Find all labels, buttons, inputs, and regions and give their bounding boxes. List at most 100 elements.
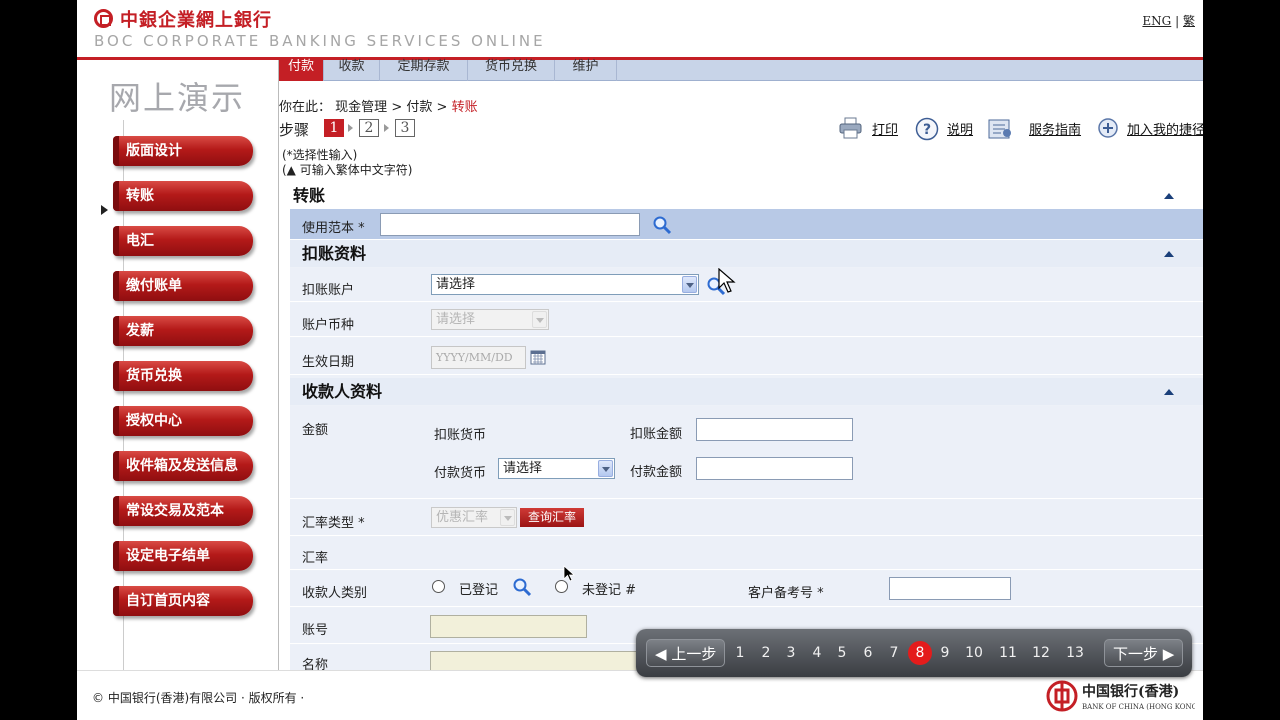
collapse-arrow-icon[interactable] (1164, 389, 1174, 395)
account-currency-select[interactable]: 请选择 (431, 309, 549, 330)
pay-currency-select[interactable]: 请选择 (498, 458, 615, 479)
payee-search-icon[interactable] (512, 577, 532, 597)
sidebar-item-bill-payment[interactable]: 缴付账单 (113, 271, 253, 301)
pager-page-8[interactable]: 8 (908, 641, 932, 665)
breadcrumb-separator: > (436, 100, 448, 115)
mouse-pointer-icon (563, 565, 576, 582)
prev-arrow-icon: ◀ (655, 645, 667, 663)
pay-amount-input[interactable] (696, 457, 853, 480)
chevron-down-icon (532, 311, 547, 328)
tab-currency-exchange[interactable]: 货币兑换 (468, 60, 555, 81)
copyright: © 中国银行(香港)有限公司 · 版权所有 · (92, 691, 305, 705)
customer-ref-input[interactable] (889, 577, 1011, 600)
debit-amount-input[interactable] (696, 418, 853, 441)
pager-page-6[interactable]: 6 (856, 641, 880, 665)
add-shortcut-button[interactable]: 加入我的捷径 (1097, 117, 1203, 139)
pager-page-11[interactable]: 11 (996, 641, 1020, 665)
collapse-arrow-icon[interactable] (1164, 251, 1174, 257)
payee-type-row: 收款人类别 已登记 未登记 # 客户备考号 * (290, 571, 1203, 607)
account-number-input[interactable] (430, 615, 587, 638)
rate-type-select[interactable]: 优惠汇率 (431, 507, 517, 528)
registered-label: 已登记 (459, 583, 499, 598)
pager-page-1[interactable]: 1 (728, 641, 752, 665)
next-step-button[interactable]: 下一步 ▶ (1104, 639, 1184, 667)
query-rate-button[interactable]: 查询汇率 (520, 508, 585, 527)
pager-page-10[interactable]: 10 (962, 641, 986, 665)
calendar-icon[interactable] (530, 349, 546, 365)
lang-traditional-link[interactable]: 繁 (1183, 14, 1195, 28)
debit-account-label: 扣账账户 (302, 283, 355, 298)
sidebar-item-inbox[interactable]: 收件箱及发送信息 (113, 451, 253, 481)
sidebar-item-currency-exchange[interactable]: 货币兑换 (113, 361, 253, 391)
next-step-label: 下一步 (1113, 645, 1159, 663)
debit-section-header: 扣账资料 (290, 240, 1203, 267)
effective-date-label: 生效日期 (302, 355, 355, 370)
sidebar-item-transfer[interactable]: 转账 (113, 181, 253, 211)
next-arrow-icon: ▶ (1162, 645, 1175, 663)
rate-row: 汇率 (290, 537, 1203, 570)
debit-account-select[interactable]: 请选择 (431, 274, 699, 295)
account-currency-label: 账户币种 (302, 318, 355, 333)
template-input[interactable] (380, 213, 640, 236)
transfer-section-header: 转账 (290, 182, 1203, 209)
brand-name-chinese: 中銀企業網上銀行 (120, 10, 272, 31)
account-currency-row: 账户币种 请选择 (290, 303, 1203, 337)
pager-page-9[interactable]: 9 (933, 641, 957, 665)
footer: © 中国银行(香港)有限公司 · 版权所有 · 中国银行(香港) BANK OF… (77, 670, 1203, 720)
rate-type-row: 汇率类型 * 优惠汇率 查询汇率 (290, 500, 1203, 536)
sidebar-item-customize-home[interactable]: 自订首页内容 (113, 586, 253, 616)
bank-of-china-logo: 中国银行(香港) BANK OF CHINA (HONG KONG) (1046, 680, 1195, 712)
template-search-icon[interactable] (652, 215, 672, 235)
debit-account-value: 请选择 (436, 277, 476, 292)
prev-step-button[interactable]: ◀ 上一步 (646, 639, 726, 667)
customer-ref-label: 客户备考号 * (748, 586, 824, 601)
pager-page-7[interactable]: 7 (882, 641, 906, 665)
service-guide-button[interactable]: 服务指南 (987, 117, 1097, 139)
main-content: 付款 收款 定期存款 货币兑换 维护 你在此： 现金管理 > 付款 > 转账 步… (279, 60, 1203, 675)
pager-page-12[interactable]: 12 (1029, 641, 1053, 665)
breadcrumb-cash-management[interactable]: 现金管理 (335, 100, 387, 115)
tab-time-deposit[interactable]: 定期存款 (380, 60, 468, 81)
current-item-arrow-icon (101, 205, 108, 215)
pager-page-5[interactable]: 5 (830, 641, 854, 665)
breadcrumb-payment[interactable]: 付款 (406, 100, 432, 115)
rate-type-label: 汇率类型 * (302, 516, 365, 531)
tab-maintenance[interactable]: 维护 (555, 60, 617, 81)
pay-currency-label: 付款货币 (434, 466, 487, 481)
step-arrow-icon (384, 124, 389, 132)
pager-page-13[interactable]: 13 (1063, 641, 1087, 665)
print-button[interactable]: 打印 (839, 117, 909, 139)
brand-name-english: BOC CORPORATE BANKING SERVICES ONLINE (94, 32, 546, 50)
tab-receipt[interactable]: 收款 (324, 60, 380, 81)
template-row: 使用范本 * (290, 209, 1203, 240)
debit-amount-label: 扣账金额 (630, 427, 683, 442)
prev-step-label: 上一步 (671, 645, 717, 663)
help-button[interactable]: ? 说明 (915, 117, 985, 141)
tab-payment[interactable]: 付款 (279, 60, 324, 81)
sidebar-item-e-statement[interactable]: 设定电子结单 (113, 541, 253, 571)
add-shortcut-label: 加入我的捷径 (1127, 123, 1203, 138)
printer-icon (839, 117, 862, 139)
sidebar-item-authorization[interactable]: 授权中心 (113, 406, 253, 436)
collapse-arrow-icon[interactable] (1164, 193, 1174, 199)
step-arrow-icon (348, 124, 353, 132)
pay-currency-value: 请选择 (503, 461, 543, 476)
sidebar-item-layout[interactable]: 版面设计 (113, 136, 253, 166)
chevron-down-icon (500, 509, 515, 526)
traditional-chinese-note: (▲ 可输入繁体中文字符) (282, 163, 413, 177)
account-currency-value: 请选择 (436, 312, 476, 327)
unregistered-label: 未登记 # (582, 583, 637, 598)
service-guide-label: 服务指南 (1029, 123, 1082, 138)
pager-page-3[interactable]: 3 (779, 641, 803, 665)
registered-radio[interactable] (432, 580, 445, 593)
sidebar-item-payroll[interactable]: 发薪 (113, 316, 253, 346)
sidebar-item-telegraphic-transfer[interactable]: 电汇 (113, 226, 253, 256)
pager-page-2[interactable]: 2 (754, 641, 778, 665)
breadcrumb: 你在此： 现金管理 > 付款 > 转账 (279, 96, 478, 115)
lang-english-link[interactable]: ENG (1142, 14, 1171, 28)
pager-page-4[interactable]: 4 (805, 641, 829, 665)
rate-type-value: 优惠汇率 (436, 510, 489, 525)
sidebar-item-standing-templates[interactable]: 常设交易及范本 (113, 496, 253, 526)
guide-book-icon (988, 119, 1011, 139)
effective-date-input[interactable]: YYYY/MM/DD (431, 346, 526, 369)
